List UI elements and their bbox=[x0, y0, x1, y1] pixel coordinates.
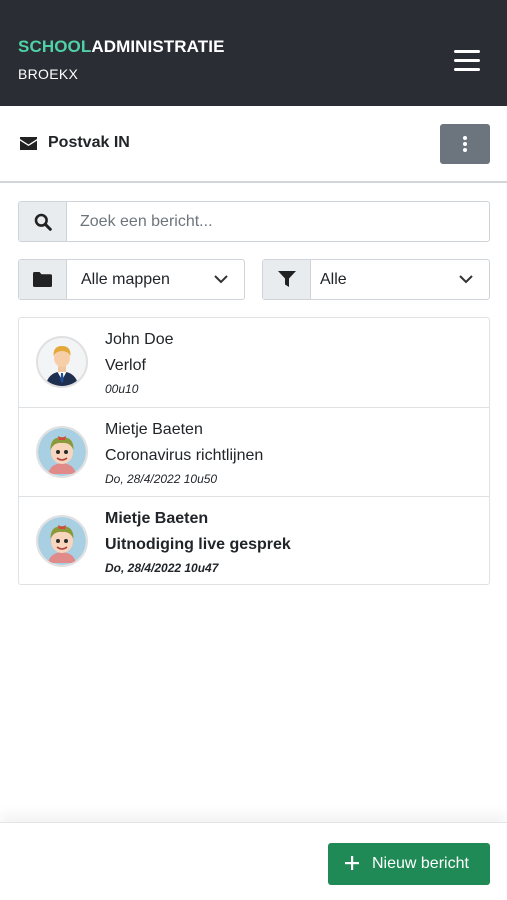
message-sender: Mietje Baeten bbox=[105, 421, 203, 438]
message-time: 00u10 bbox=[105, 382, 139, 396]
girl-avatar bbox=[36, 426, 88, 478]
filter-addon bbox=[263, 260, 311, 299]
message-sender: John Doe bbox=[105, 331, 174, 348]
folder-select[interactable]: Alle mappen bbox=[18, 259, 245, 300]
page-header: Postvak IN bbox=[0, 106, 507, 183]
hamburger-icon[interactable] bbox=[452, 48, 482, 74]
filter-icon bbox=[278, 271, 296, 287]
chevron-down-icon bbox=[214, 275, 228, 284]
vertical-dots-icon bbox=[463, 136, 467, 140]
search-addon bbox=[19, 202, 67, 241]
folder-icon bbox=[33, 272, 52, 287]
page-title: Postvak IN bbox=[48, 134, 130, 151]
options-button[interactable] bbox=[440, 124, 490, 164]
folder-select-value: Alle mappen bbox=[81, 271, 170, 288]
man-avatar bbox=[36, 336, 88, 388]
message-sender: Mietje Baeten bbox=[105, 510, 209, 527]
folder-addon bbox=[19, 260, 67, 299]
message-time: Do, 28/4/2022 10u47 bbox=[105, 561, 219, 575]
message-subject: Verlof bbox=[105, 357, 146, 374]
brand-rest: ADMINISTRATIE bbox=[91, 37, 225, 56]
message-item[interactable]: John Doe Verlof 00u10 bbox=[19, 318, 489, 407]
search-group bbox=[18, 201, 490, 242]
new-message-label: Nieuw bericht bbox=[372, 855, 469, 872]
message-item-unread[interactable]: Mietje Baeten Uitnodiging live gesprek D… bbox=[19, 496, 489, 585]
plus-icon bbox=[345, 856, 359, 870]
bottom-bar: Nieuw bericht bbox=[0, 822, 507, 900]
message-subject: Uitnodiging live gesprek bbox=[105, 536, 291, 553]
message-list: John Doe Verlof 00u10 Mietje Baeten Coro… bbox=[18, 317, 490, 585]
school-name: BROEKX bbox=[18, 66, 79, 82]
search-input[interactable] bbox=[68, 202, 488, 241]
envelope-icon bbox=[20, 137, 37, 150]
top-header: SCHOOLADMINISTRATIE BROEKX bbox=[0, 0, 507, 106]
app-window: SCHOOLADMINISTRATIE BROEKX Postvak IN Zo… bbox=[0, 0, 507, 900]
message-time: Do, 28/4/2022 10u50 bbox=[105, 472, 218, 486]
brand-accent: SCHOOL bbox=[18, 37, 92, 56]
status-filter-select[interactable]: Alle bbox=[262, 259, 490, 300]
brand-logo[interactable]: SCHOOLADMINISTRATIE bbox=[18, 37, 225, 57]
message-subject: Coronavirus richtlijnen bbox=[105, 447, 264, 464]
vertical-dots-icon-dot bbox=[463, 148, 467, 152]
girl-avatar bbox=[36, 515, 88, 567]
chevron-down-icon bbox=[459, 275, 473, 284]
new-message-button[interactable]: Nieuw bericht bbox=[328, 843, 490, 885]
status-select-value: Alle bbox=[320, 271, 347, 288]
search-icon bbox=[34, 213, 52, 231]
message-item[interactable]: Mietje Baeten Coronavirus richtlijnen Do… bbox=[19, 407, 489, 496]
vertical-dots-icon-dot bbox=[463, 142, 467, 146]
